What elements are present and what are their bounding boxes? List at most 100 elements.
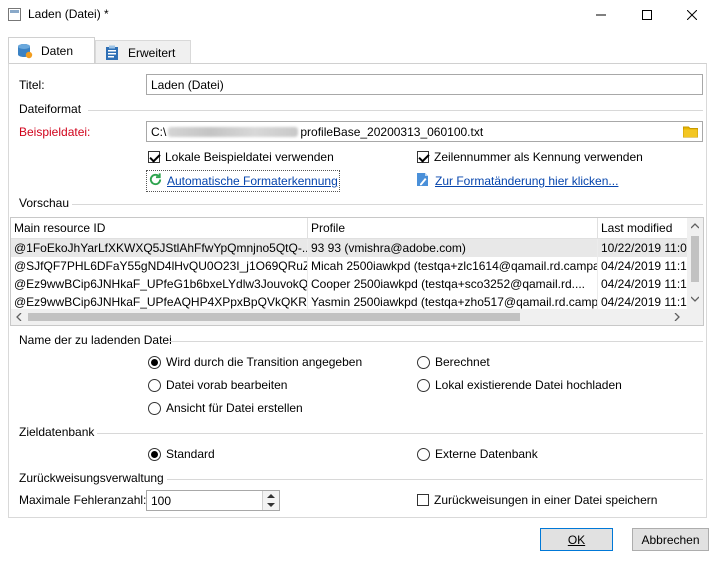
maximize-button[interactable] [624,0,670,30]
table-row[interactable]: @Ez9wwBCip6JNHkaF_UPfeG1b6bxeLYdlw3Jouvo… [11,275,691,293]
rejection-group-label: Zurückweisungsverwaltung [19,471,164,485]
column-header-last-modified[interactable]: Last modified [598,218,691,238]
radio-standard[interactable]: Standard [148,447,215,461]
scroll-right-icon[interactable] [674,313,680,321]
vertical-scrollbar[interactable] [687,218,703,309]
radio-label: Lokal existierende Datei hochladen [435,378,622,392]
auto-format-link-label: Automatische Formaterkennung [167,174,338,188]
tab-strip: Daten Erweitert [8,37,708,64]
vorschau-group-label: Vorschau [19,196,70,210]
cancel-button[interactable]: Abbrechen [632,528,709,551]
table-cell: 93 93 (vmishra@adobe.com) [308,239,598,257]
folder-icon[interactable] [683,124,698,141]
tab-erweitert-label: Erweitert [128,45,176,60]
save-rejections-checkbox[interactable] [417,494,429,506]
zeilennummer-checkbox-label: Zeilennummer als Kennung verwenden [434,150,643,164]
radio-berechnet[interactable]: Berechnet [417,355,490,369]
maximize-icon [642,10,652,20]
radio-label: Ansicht für Datei erstellen [166,401,303,415]
group-divider [97,433,703,434]
lokale-checkbox-label: Lokale Beispieldatei verwenden [165,150,334,164]
table-row[interactable]: @SJfQF7PHL6DFaY55gND4lHvQU0O23I_j1O69QRu… [11,257,691,275]
table-cell: @1FoEkoJhYarLfXKWXQ5JStlAhFfwYpQmnjno5Qt… [11,239,308,257]
cancel-button-label: Abbrechen [641,532,700,547]
title-input-value: Laden (Datei) [151,77,224,92]
radio-button[interactable] [148,378,161,392]
radio-button[interactable] [417,355,430,369]
beispieldatei-input[interactable]: C:\ profileBase_20200313_060100.txt [146,121,703,142]
radio-transition[interactable]: Wird durch die Transition angegeben [148,355,362,369]
scroll-down-icon[interactable] [691,296,699,302]
lokale-checkbox[interactable] [148,151,160,163]
table-header: Main resource ID Profile Last modified [11,218,691,239]
radio-button[interactable] [417,447,430,461]
table-cell: 04/24/2019 11:10 [598,275,691,293]
increment-icon[interactable] [267,493,275,499]
radio-button[interactable] [148,355,161,369]
title-input[interactable]: Laden (Datei) [146,74,703,95]
max-errors-label: Maximale Fehleranzahl: [19,493,147,507]
group-divider [72,204,703,205]
max-errors-value: 100 [151,493,172,508]
radio-label: Wird durch die Transition angegeben [166,355,363,369]
clipboard-icon [104,45,120,61]
lokale-checkbox-row[interactable]: Lokale Beispieldatei verwenden [148,150,334,164]
dateiformat-group-label: Dateiformat [19,102,82,116]
radio-button[interactable] [148,447,161,461]
stepper-buttons [262,491,279,510]
scroll-left-icon[interactable] [16,313,22,321]
radio-vorab-bearbeiten[interactable]: Datei vorab bearbeiten [148,378,287,392]
radio-button[interactable] [148,401,161,415]
zeilennummer-checkbox-row[interactable]: Zeilennummer als Kennung verwenden [417,150,643,164]
zeilennummer-checkbox[interactable] [417,151,429,163]
table-cell: Cooper 2500iawkpd (testqa+sco3252@qamail… [308,275,598,293]
zieldatenbank-group-label: Zieldatenbank [19,425,95,439]
scroll-up-icon[interactable] [691,223,699,229]
title-bar: Laden (Datei) * [0,0,715,30]
minimize-button[interactable] [578,0,624,30]
title-label: Titel: [19,78,45,92]
window-title: Laden (Datei) * [28,7,109,21]
column-header-main-resource-id[interactable]: Main resource ID [11,218,308,238]
save-rejections-row[interactable]: Zurückweisungen in einer Datei speichern [417,493,657,507]
radio-label: Externe Datenbank [435,447,538,461]
radio-lokal-hochladen[interactable]: Lokal existierende Datei hochladen [417,378,622,392]
scrollbar-corner [687,309,703,325]
radio-externe-datenbank[interactable]: Externe Datenbank [417,447,538,461]
table-cell: @SJfQF7PHL6DFaY55gND4lHvQU0O23I_j1O69QRu… [11,257,308,275]
group-divider [167,479,703,480]
horizontal-scroll-thumb[interactable] [28,313,520,321]
tab-erweitert[interactable]: Erweitert [95,40,191,64]
refresh-icon [148,172,163,190]
max-errors-stepper[interactable]: 100 [146,490,280,511]
close-button[interactable] [669,0,715,30]
decrement-icon[interactable] [267,502,275,508]
close-icon [687,10,697,20]
beispieldatei-prefix: C:\ [151,124,167,139]
database-icon [17,43,33,59]
table-cell: 10/22/2019 11:08 [598,239,691,257]
horizontal-scrollbar[interactable] [11,309,687,325]
beispieldatei-label: Beispieldatei: [19,125,91,139]
table-row[interactable]: @1FoEkoJhYarLfXKWXQ5JStlAhFfwYpQmnjno5Qt… [11,239,691,257]
auto-format-link[interactable]: Automatische Formaterkennung [146,170,340,192]
tab-daten[interactable]: Daten [8,37,95,64]
ok-button[interactable]: OK [540,528,613,551]
app-icon [8,8,21,21]
radio-button[interactable] [417,378,430,392]
ok-button-label: OK [567,532,586,547]
blurred-path [168,126,299,137]
save-rejections-label: Zurückweisungen in einer Datei speichern [434,493,658,507]
format-change-link[interactable]: Zur Formatänderung hier klicken... [416,172,618,190]
group-divider [88,110,703,111]
table-cell: @Ez9wwBCip6JNHkaF_UPfeG1b6bxeLYdlw3Jouvo… [11,275,308,293]
preview-table[interactable]: Main resource ID Profile Last modified @… [10,217,704,326]
radio-ansicht-erstellen[interactable]: Ansicht für Datei erstellen [148,401,303,415]
radio-label: Datei vorab bearbeiten [166,378,288,392]
minimize-icon [596,14,606,16]
radio-label: Standard [166,447,215,461]
vertical-scroll-thumb[interactable] [691,236,699,282]
radio-label: Berechnet [435,355,490,369]
tab-daten-label: Daten [41,44,74,58]
column-header-profile[interactable]: Profile [308,218,598,238]
